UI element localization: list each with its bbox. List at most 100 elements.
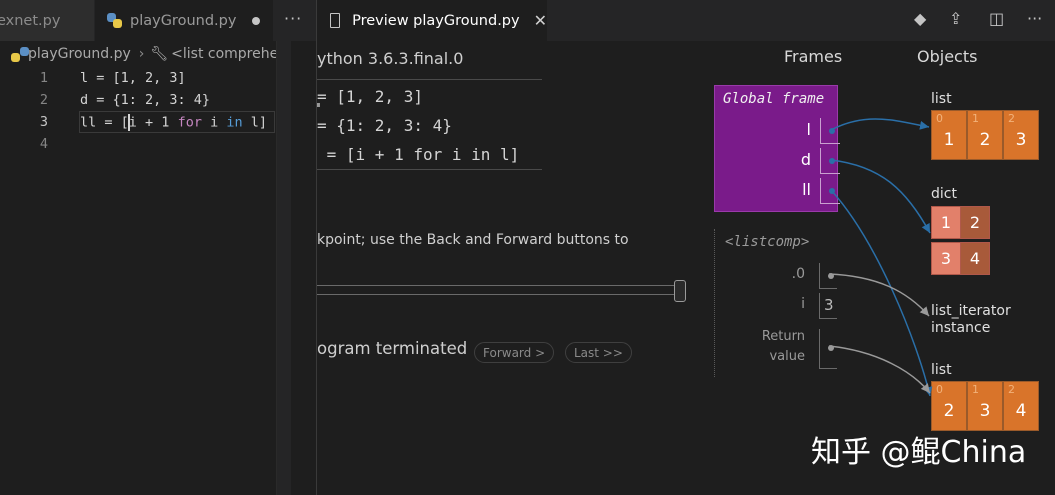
keyword-token: in — [226, 114, 243, 130]
tab-playground-label: playGround.py — [130, 12, 237, 29]
list-cell: 02 — [931, 381, 967, 431]
editor-scrollbar[interactable] — [276, 41, 316, 495]
list-value: 2 — [943, 401, 955, 421]
frames-header: Frames — [784, 47, 843, 66]
line-number: 2 — [39, 92, 48, 108]
tab-resnet[interactable]: exnet.py — [0, 0, 94, 41]
pointer-dot — [829, 128, 835, 134]
object-label: list — [931, 91, 952, 107]
var-value-box — [819, 263, 837, 289]
list-value: 2 — [979, 130, 991, 150]
list-index: 1 — [972, 383, 979, 396]
line-number: 1 — [39, 70, 48, 86]
code-line[interactable]: 3 ll = [i + 1 for i in l] — [0, 111, 276, 133]
pointer-arrow-d — [830, 159, 931, 234]
program-status: ogram terminated — [317, 339, 468, 358]
list-value: 3 — [979, 401, 991, 421]
pointer-arrow-l — [830, 118, 930, 131]
pointer-arrow-iter — [828, 273, 930, 317]
preview-code-line: = [1, 2, 3] — [317, 87, 423, 106]
close-icon[interactable]: ✕ — [534, 11, 547, 30]
objects-header: Objects — [917, 47, 978, 66]
left-tab-bar: exnet.py playGround.py ··· — [0, 0, 316, 41]
git-compare-icon[interactable]: ◆ — [914, 9, 926, 28]
code-token: ] — [258, 114, 268, 130]
dict-value: 2 — [960, 206, 990, 239]
divider — [317, 79, 542, 80]
list-value: 3 — [1015, 130, 1027, 150]
list-cell: 01 — [931, 110, 967, 160]
code-token: l — [242, 114, 259, 130]
breadcrumb: playGround.py › 🔧︎ <list comprehension> — [0, 41, 316, 67]
pointer-dot — [828, 345, 834, 351]
line-number: 3 — [39, 114, 48, 130]
code-token: i + 1 — [128, 114, 178, 130]
list-value: 1 — [943, 130, 955, 150]
preview-file-icon — [330, 13, 341, 28]
chevron-right-icon: › — [138, 46, 145, 62]
var-name: i — [801, 296, 805, 312]
more-actions-icon[interactable]: ··· — [284, 9, 302, 28]
left-editor-group: exnet.py playGround.py ··· playGround.py… — [0, 0, 316, 495]
divider — [317, 169, 542, 170]
breadcrumb-file[interactable]: playGround.py — [28, 46, 131, 62]
wrench-icon: 🔧︎ — [150, 46, 169, 62]
var-name: value — [769, 349, 805, 364]
preview-code-line: = {1: 2, 3: 4} — [317, 116, 452, 135]
keyword-token: for — [177, 114, 202, 130]
code-token: i — [201, 114, 227, 130]
forward-button[interactable]: Forward > — [474, 342, 555, 363]
tab-resnet-label: exnet.py — [0, 12, 61, 29]
list-index: 0 — [936, 383, 943, 396]
more-actions-icon[interactable]: ··· — [1027, 9, 1042, 28]
code-editor[interactable]: 1 l = [1, 2, 3] 2 d = {1: 2, 3: 4} 3 ll … — [0, 67, 316, 495]
partial-glyph: T — [317, 97, 320, 130]
object-label: dict — [931, 186, 957, 202]
pointer-arrow-ll — [830, 189, 933, 397]
list-cell: 12 — [967, 110, 1003, 160]
python-tutor-preview: ython 3.6.3.final.0 = [1, 2, 3] = {1: 2,… — [317, 41, 1055, 495]
code-text: ll = [i + 1 for i in l] — [80, 113, 268, 131]
object-label: instance — [931, 320, 991, 336]
line-number: 4 — [39, 136, 48, 152]
vscode-window: exnet.py playGround.py ··· playGround.py… — [0, 0, 1055, 495]
right-tab-bar: Preview playGround.py ✕ ◆ ⇪ ◫ ··· — [317, 0, 1055, 41]
last-button[interactable]: Last >> — [565, 342, 632, 363]
object-label: list — [931, 362, 952, 378]
list-index: 1 — [972, 112, 979, 125]
object-label: list_iterator — [931, 303, 1011, 319]
global-frame: Global frame l d ll — [714, 85, 840, 212]
preview-code-line: = [i + 1 for i in l] — [317, 145, 520, 164]
dict-key-value: 1 — [940, 213, 952, 232]
unsaved-dot-icon[interactable] — [252, 16, 261, 25]
breakpoint-hint: kpoint; use the Back and Forward buttons… — [317, 232, 629, 248]
right-editor-group: Preview playGround.py ✕ ◆ ⇪ ◫ ··· ython … — [316, 0, 1055, 495]
code-line[interactable]: 4 — [0, 133, 276, 155]
open-preview-source-icon[interactable]: ⇪ — [949, 9, 962, 28]
tab-playground[interactable]: playGround.py — [95, 0, 273, 41]
python-version: ython 3.6.3.final.0 — [317, 49, 464, 68]
split-editor-icon[interactable]: ◫ — [989, 9, 1004, 28]
list-index: 0 — [936, 112, 943, 125]
scrollbar-thumb[interactable] — [277, 41, 291, 495]
var-name: .0 — [791, 266, 805, 282]
list-cell: 24 — [1003, 381, 1039, 431]
list-value: 4 — [1015, 401, 1027, 421]
var-value-box — [820, 118, 840, 144]
code-line[interactable]: 1 l = [1, 2, 3] — [0, 67, 276, 89]
var-name: ll — [802, 180, 811, 199]
pointer-dot — [829, 158, 835, 164]
step-slider[interactable] — [317, 285, 679, 295]
dict-value: 4 — [960, 242, 990, 275]
dict-key-value: 3 — [940, 249, 952, 268]
listcomp-frame: <listcomp> .0 i 3 Return value — [714, 229, 838, 377]
dict-value-text: 2 — [969, 213, 981, 232]
dict-value-text: 4 — [969, 249, 981, 268]
pointer-dot — [828, 273, 834, 279]
tab-preview[interactable]: Preview playGround.py ✕ — [317, 0, 547, 41]
dict-key: 1 — [931, 206, 961, 239]
var-value-box: 3 — [819, 293, 837, 319]
code-line[interactable]: 2 d = {1: 2, 3: 4} — [0, 89, 276, 111]
step-slider-handle[interactable] — [674, 280, 686, 302]
var-value-box — [820, 148, 840, 174]
